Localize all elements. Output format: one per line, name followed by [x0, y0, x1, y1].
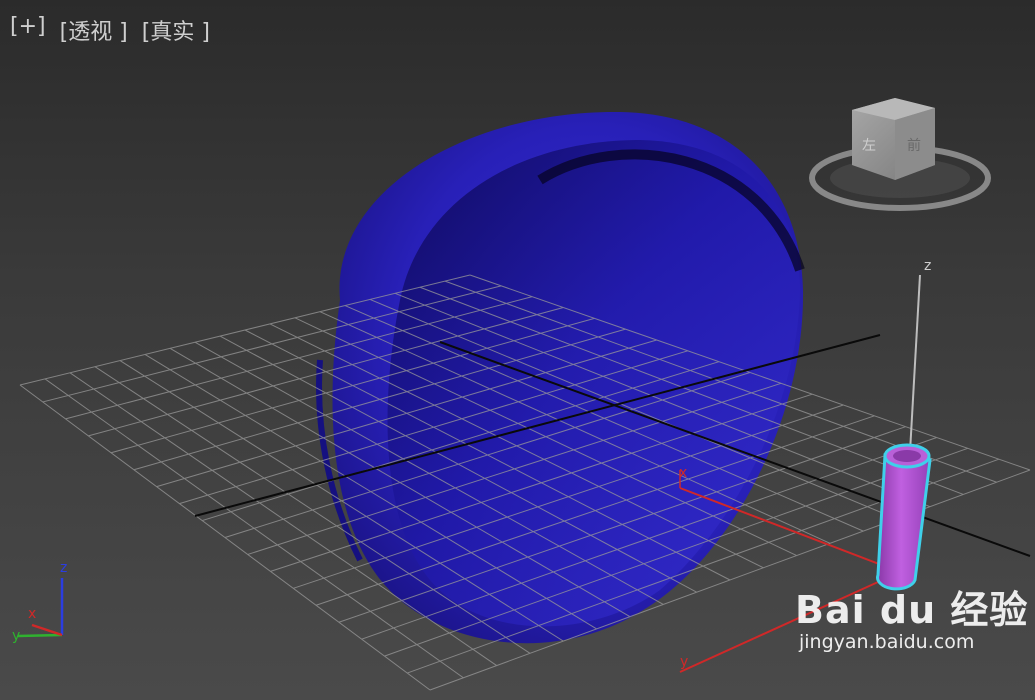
gizmo-y-label: y [12, 628, 20, 644]
watermark-brand: Bai du 经验 [795, 588, 1029, 632]
viewcube-icon[interactable]: 左 前 [809, 98, 991, 211]
watermark-url: jingyan.baidu.com [799, 631, 975, 653]
hemisphere[interactable] [316, 111, 805, 644]
viewport-general-menu[interactable]: [+] [10, 14, 46, 46]
gizmo-z-label: z [60, 560, 67, 576]
world-axis-gizmo: z x y [12, 560, 67, 644]
local-axis-y-label: y [680, 654, 688, 670]
baidu-watermark: Bai du 经验 jingyan.baidu.com [795, 590, 1028, 654]
perspective-viewport[interactable]: x y z 左 前 z x y [+] [透视] [真实] Bai du 经… [0, 0, 1035, 700]
gizmo-x-label: x [28, 606, 36, 622]
selected-cylinder[interactable] [876, 443, 932, 591]
viewport-label-menu: [+] [透视 ] [真实 ] [10, 14, 210, 46]
viewport-point-of-view-menu[interactable]: [透视 ] [60, 14, 128, 46]
viewport-shading-menu[interactable]: [真实 ] [142, 14, 210, 46]
svg-text:前: 前 [907, 137, 921, 154]
local-axis-z-label: z [924, 258, 931, 274]
local-axis-x-label: x [679, 465, 687, 481]
svg-text:左: 左 [862, 138, 876, 154]
